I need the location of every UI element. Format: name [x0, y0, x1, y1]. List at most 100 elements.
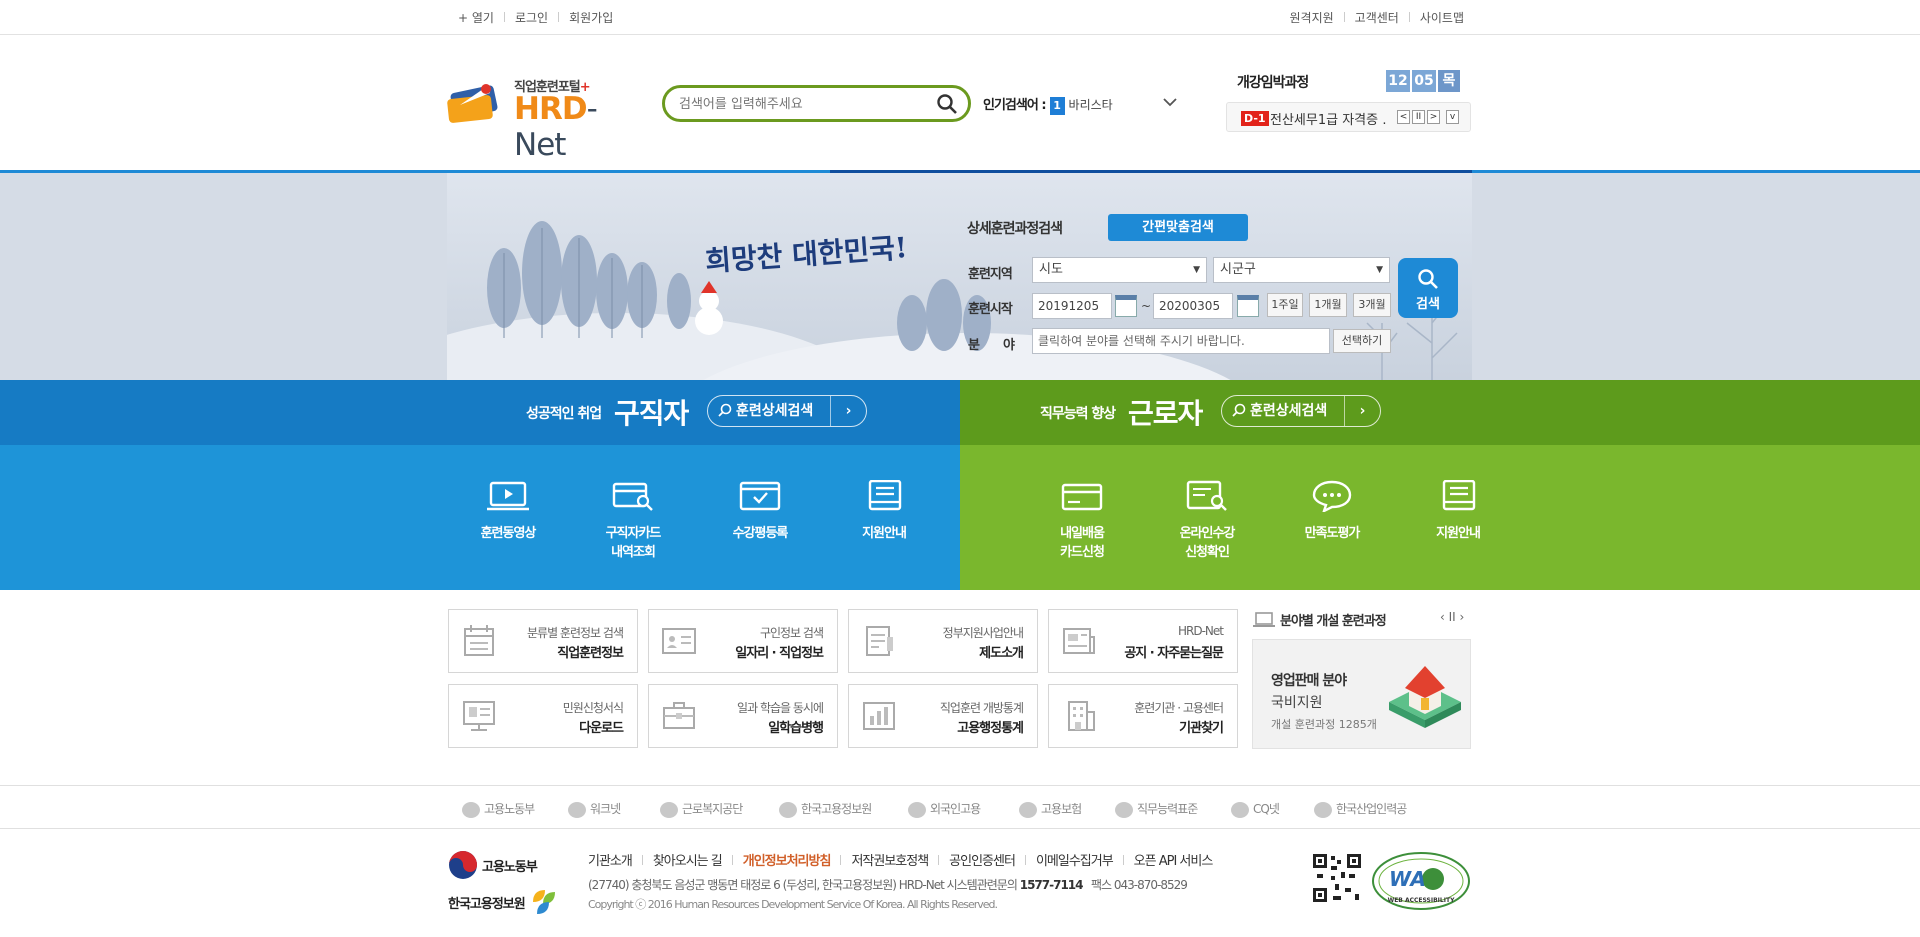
footer-moel-label: 고용노동부 — [482, 860, 538, 875]
quick-search-button[interactable]: 간편맞춤검색 — [1108, 214, 1248, 241]
advanced-search-title: 상세훈련과정검색 — [967, 221, 1063, 237]
keis-logo-icon — [779, 801, 797, 818]
prev-button[interactable]: < — [1397, 110, 1410, 124]
period-1week-button[interactable]: 1주일 — [1267, 293, 1303, 317]
expand-button[interactable]: v — [1446, 110, 1459, 124]
jobseeker-card-link[interactable]: 구직자카드 내역조회 — [573, 480, 693, 560]
notice-faq-title: 공지 · 자주묻는질문 — [1124, 646, 1224, 661]
footer-directions-link[interactable]: 찾아오시는 길 — [653, 854, 723, 869]
notice-faq-sub: HRD-Net — [1178, 624, 1224, 638]
field-courses-controls[interactable]: ‹ II › — [1440, 610, 1464, 624]
ei-logo-icon — [1019, 801, 1037, 818]
start-date-label: 훈련시작 — [968, 302, 1013, 317]
tomorrow-learning-card-link[interactable]: 내일배움 카드신청 — [1022, 480, 1142, 560]
chevron-right-icon: › — [1344, 396, 1380, 426]
period-3month-button[interactable]: 3개월 — [1353, 293, 1391, 317]
footer-email-refusal-link[interactable]: 이메일수집거부 — [1036, 854, 1114, 869]
period-1month-button[interactable]: 1개월 — [1309, 293, 1347, 317]
job-info-link[interactable]: 구인정보 검색 일자리 · 직업정보 — [648, 609, 838, 673]
online-course-check-link[interactable]: 온라인수강 신청확인 — [1147, 480, 1267, 560]
sido-select[interactable]: 시도 ▼ — [1032, 257, 1207, 283]
system-intro-link[interactable]: 정부지원사업안내 제도소개 — [848, 609, 1038, 673]
open-link[interactable]: + 열기 — [458, 11, 494, 25]
field-select-button[interactable]: 선택하기 — [1333, 329, 1391, 353]
customer-center-link[interactable]: 고객센터 — [1355, 11, 1399, 25]
start-date-to-input[interactable]: 20200305 — [1153, 293, 1233, 319]
calendar-icon[interactable] — [1115, 295, 1137, 317]
top-utility-bar: + 열기 로그인 회원가입 원격지원 고객센터 사이트맵 — [0, 0, 1920, 35]
work-study-link[interactable]: 일과 학습을 동시에 일학습병행 — [648, 684, 838, 748]
login-link[interactable]: 로그인 — [515, 11, 548, 25]
job-info-title: 일자리 · 직업정보 — [735, 646, 824, 661]
worker-support-link[interactable]: 지원안내 — [1398, 480, 1518, 541]
jobseeker-card-label-2: 내역조회 — [611, 545, 656, 560]
form-download-link[interactable]: 민원신청서식 다운로드 — [448, 684, 638, 748]
work-study-sub: 일과 학습을 동시에 — [737, 701, 824, 715]
footer-links: 기관소개 찾아오시는 길 개인정보처리방침 저작권보호정책 공인인증센터 이메일수집거부 오… — [588, 850, 1214, 869]
partner-ncs[interactable]: 직무능력표준 — [1115, 800, 1198, 818]
partner-worknet[interactable]: 워크넷 — [568, 800, 621, 818]
footer-about-link[interactable]: 기관소개 — [588, 854, 633, 869]
training-info-link[interactable]: 분류별 훈련정보 검색 직업훈련정보 — [448, 609, 638, 673]
keis-leaf-icon — [532, 890, 555, 914]
field-input[interactable]: 클릭하여 분야를 선택해 주시기 바랍니다. — [1032, 328, 1330, 354]
footer-privacy-link[interactable]: 개인정보처리방침 — [743, 854, 832, 869]
footer-copyright-policy-link[interactable]: 저작권보호정책 — [851, 854, 929, 869]
hrd-net-logo[interactable]: 직업훈련포털+ HRD-Net — [446, 73, 642, 163]
start-date-from-input[interactable]: 20191205 — [1032, 293, 1112, 319]
card-search-icon — [612, 482, 653, 511]
find-institution-link[interactable]: 훈련기관 · 고용센터 기관찾기 — [1048, 684, 1238, 748]
satisfaction-survey-link[interactable]: 만족도평가 — [1272, 480, 1392, 541]
search-icon — [1418, 269, 1438, 289]
wa-mark-text: WA — [1389, 867, 1426, 891]
popular-rank-badge: 1 — [1049, 97, 1065, 115]
partner-eps-label: 외국인고용 — [930, 802, 981, 816]
upcoming-course-name[interactable]: 전산세무1급 자격증 … — [1270, 109, 1388, 128]
jobseeker-header: 성공적인 취업 구직자 훈련상세검색 › — [0, 380, 960, 445]
partner-cq[interactable]: CQ넷 — [1231, 800, 1280, 818]
signup-link[interactable]: 회원가입 — [569, 11, 613, 25]
sigungu-select[interactable]: 시군구 ▼ — [1213, 257, 1390, 283]
partner-ei[interactable]: 고용보험 — [1019, 800, 1082, 818]
training-video-label: 훈련동영상 — [480, 526, 537, 541]
footer-open-api-link[interactable]: 오픈 API 서비스 — [1134, 854, 1214, 869]
banner-search-button[interactable]: 검색 — [1398, 258, 1458, 318]
next-button[interactable]: > — [1427, 110, 1440, 124]
footer-address: (27740) 충청북도 음성군 맹동면 태정로 6 (두성리, 한국고용정보원… — [588, 876, 1188, 893]
worker-subtitle: 직무능력 향상 — [1040, 406, 1116, 422]
top-right-links: 원격지원 고객센터 사이트맵 — [1289, 9, 1464, 26]
search-input[interactable] — [679, 94, 929, 114]
partner-eps[interactable]: 외국인고용 — [908, 800, 981, 818]
partner-comwel[interactable]: 근로복지공단 — [660, 800, 743, 818]
training-video-link[interactable]: 훈련동영상 — [448, 480, 568, 541]
worker-detail-search-button[interactable]: 훈련상세검색 › — [1221, 395, 1381, 427]
sitemap-link[interactable]: 사이트맵 — [1420, 11, 1464, 25]
popular-keyword[interactable]: 바리스타 — [1069, 98, 1113, 112]
pause-button[interactable]: II — [1412, 110, 1425, 124]
search-icon[interactable] — [936, 93, 958, 115]
logo-hrd: HRD — [514, 91, 588, 127]
field-course-card[interactable]: 영업판매 분야 국비지원 개설 훈련과정 1285개 — [1252, 639, 1471, 749]
jobseeker-detail-search-button[interactable]: 훈련상세검색 › — [707, 395, 867, 427]
footer-cert-center-link[interactable]: 공인인증센터 — [949, 854, 1016, 869]
field-courses-title: 분야별 개설 훈련과정 — [1253, 610, 1387, 629]
banner-search-label: 검색 — [1416, 297, 1440, 312]
calendar-icon[interactable] — [1237, 295, 1259, 317]
partner-keis[interactable]: 한국고용정보원 — [779, 800, 872, 818]
remote-support-link[interactable]: 원격지원 — [1289, 11, 1333, 25]
monitor-document-icon — [463, 701, 495, 731]
course-review-link[interactable]: 수강평등록 — [700, 480, 820, 541]
employment-stats-link[interactable]: 직업훈련 개방통계 고용행정통계 — [848, 684, 1038, 748]
partner-moel[interactable]: 고용노동부 — [462, 800, 535, 818]
partner-hrdk[interactable]: 한국산업인력공 — [1314, 800, 1407, 818]
field-card-count: 개설 훈련과정 1285개 — [1271, 718, 1377, 731]
sido-value: 시도 — [1039, 262, 1063, 277]
upcoming-month: 12 — [1386, 70, 1410, 92]
notice-faq-link[interactable]: HRD-Net 공지 · 자주묻는질문 — [1048, 609, 1238, 673]
worknet-logo-icon — [568, 801, 586, 818]
bar-chart-icon — [863, 702, 895, 730]
jobseeker-support-link[interactable]: 지원안내 — [824, 480, 944, 541]
taegeuk-icon — [449, 851, 477, 879]
chevron-down-icon[interactable] — [1160, 92, 1180, 112]
jobseeker-card-label-1: 구직자카드 — [605, 526, 662, 541]
